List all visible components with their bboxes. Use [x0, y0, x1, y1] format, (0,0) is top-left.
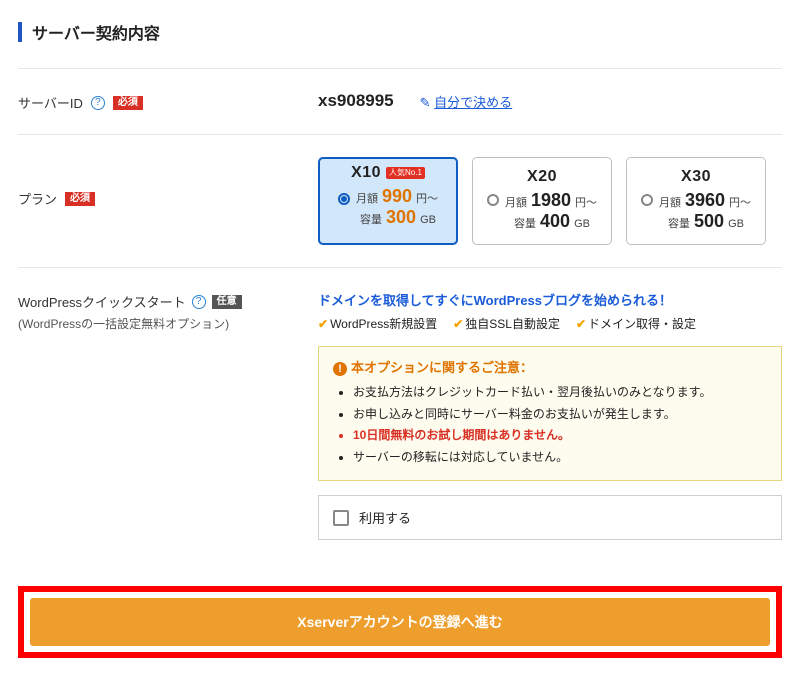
- plan-name: X20: [527, 168, 557, 186]
- plan-name: X10: [351, 164, 381, 182]
- plan-monthly-line: 月額 3960 円～: [635, 190, 757, 211]
- cap-suffix: GB: [728, 218, 744, 230]
- plan-capacity-line: 容量 400 GB: [481, 211, 603, 232]
- help-icon[interactable]: ?: [192, 295, 206, 309]
- check-item: ✔独自SSL自動設定: [453, 315, 560, 332]
- plan-name-line: X30: [635, 168, 757, 186]
- cap-label: 容量: [668, 215, 690, 231]
- cap-label: 容量: [514, 215, 536, 231]
- plan-capacity-line: 容量 500 GB: [635, 211, 757, 232]
- decide-self-link[interactable]: ✎ 自分で決める: [420, 92, 513, 111]
- cap-suffix: GB: [574, 218, 590, 230]
- plan-content: X10 人気No.1 月額 990 円～ 容量 300 GB: [318, 157, 782, 245]
- popular-badge: 人気No.1: [386, 167, 425, 179]
- required-badge: 必須: [65, 192, 95, 206]
- decide-self-link-text: 自分で決める: [434, 95, 512, 110]
- plan-monthly-line: 月額 1980 円～: [481, 190, 603, 211]
- section-title-text: サーバー契約内容: [32, 20, 160, 44]
- check-icon: ✔: [453, 317, 463, 331]
- pencil-icon: ✎: [420, 95, 431, 110]
- cap-label: 容量: [360, 211, 382, 227]
- radio-icon: [338, 193, 350, 205]
- radio-icon: [641, 194, 653, 206]
- check-text: WordPress新規設置: [330, 317, 437, 331]
- section-title: サーバー契約内容: [18, 20, 782, 44]
- optional-badge: 任意: [212, 295, 242, 309]
- plan-name: X30: [681, 168, 711, 186]
- plan-option-x20[interactable]: X20 月額 1980 円～ 容量 400 GB: [472, 157, 612, 245]
- monthly-value: 3960: [685, 190, 725, 211]
- note-item: お支払方法はクレジットカード払い・翌月後払いのみとなります。: [353, 382, 767, 404]
- check-icon: ✔: [576, 317, 586, 331]
- cap-suffix: GB: [420, 214, 436, 226]
- note-title: ! 本オプションに関するご注意：: [333, 357, 767, 376]
- required-badge: 必須: [113, 96, 143, 110]
- monthly-value: 990: [382, 186, 412, 207]
- note-box: ! 本オプションに関するご注意： お支払方法はクレジットカード払い・翌月後払いのみ…: [318, 346, 782, 481]
- proceed-button[interactable]: Xserverアカウントの登録へ進む: [30, 598, 770, 646]
- monthly-suffix: 円～: [575, 194, 597, 210]
- cap-value: 500: [694, 211, 724, 232]
- check-text: ドメイン取得・設定: [588, 317, 696, 331]
- note-item-warning: 10日間無料のお試し期間はありません。: [353, 425, 767, 447]
- plan-monthly-line: 月額 990 円～: [324, 186, 452, 207]
- row-server-id: サーバーID ? 必須 xs908995 ✎ 自分で決める: [18, 68, 782, 134]
- checkbox-icon[interactable]: [333, 510, 349, 526]
- monthly-value: 1980: [531, 190, 571, 211]
- radio-icon: [487, 194, 499, 206]
- monthly-suffix: 円～: [729, 194, 751, 210]
- use-label: 利用する: [359, 508, 411, 527]
- check-text: 独自SSL自動設定: [465, 317, 560, 331]
- plan-label: プラン: [18, 189, 57, 208]
- plan-option-x10[interactable]: X10 人気No.1 月額 990 円～ 容量 300 GB: [318, 157, 458, 245]
- server-id-label: サーバーID: [18, 93, 83, 112]
- plan-capacity-line: 容量 300 GB: [324, 207, 452, 228]
- info-icon: !: [333, 362, 347, 376]
- plan-option-x30[interactable]: X30 月額 3960 円～ 容量 500 GB: [626, 157, 766, 245]
- row-plan: プラン 必須 X10 人気No.1 月額 990 円～ 容量 300: [18, 134, 782, 267]
- note-list: お支払方法はクレジットカード払い・翌月後払いのみとなります。 お申し込みと同時に…: [333, 382, 767, 468]
- server-id-content: xs908995 ✎ 自分で決める: [318, 91, 782, 111]
- server-id-value: xs908995: [318, 91, 394, 111]
- quickstart-label-group: WordPressクイックスタート ? 任意 (WordPressの一括設定無料…: [18, 290, 318, 332]
- monthly-label: 月額: [505, 194, 527, 210]
- server-id-label-group: サーバーID ? 必須: [18, 91, 318, 112]
- check-icon: ✔: [318, 317, 328, 331]
- help-icon[interactable]: ?: [91, 96, 105, 110]
- note-title-text: 本オプションに関するご注意：: [351, 360, 533, 375]
- plan-name-line: X10 人気No.1: [324, 164, 452, 182]
- monthly-suffix: 円～: [416, 190, 438, 206]
- monthly-label: 月額: [356, 190, 378, 206]
- quickstart-headline: ドメインを取得してすぐにWordPressブログを始められる！: [318, 290, 782, 309]
- quickstart-checks: ✔WordPress新規設置 ✔独自SSL自動設定 ✔ドメイン取得・設定: [318, 315, 782, 332]
- quickstart-use-box[interactable]: 利用する: [318, 495, 782, 540]
- title-bar-icon: [18, 22, 22, 42]
- check-item: ✔WordPress新規設置: [318, 315, 437, 332]
- cta-highlight: Xserverアカウントの登録へ進む: [18, 586, 782, 658]
- cap-value: 300: [386, 207, 416, 228]
- plan-name-line: X20: [481, 168, 603, 186]
- monthly-label: 月額: [659, 194, 681, 210]
- plan-label-group: プラン 必須: [18, 157, 318, 208]
- plan-options: X10 人気No.1 月額 990 円～ 容量 300 GB: [318, 157, 782, 245]
- note-item: サーバーの移転には対応していません。: [353, 447, 767, 469]
- note-item: お申し込みと同時にサーバー料金のお支払いが発生します。: [353, 404, 767, 426]
- check-item: ✔ドメイン取得・設定: [576, 315, 696, 332]
- quickstart-label: WordPressクイックスタート: [18, 292, 186, 311]
- row-quickstart: WordPressクイックスタート ? 任意 (WordPressの一括設定無料…: [18, 267, 782, 562]
- quickstart-sublabel: (WordPressの一括設定無料オプション): [18, 315, 229, 332]
- cap-value: 400: [540, 211, 570, 232]
- quickstart-content: ドメインを取得してすぐにWordPressブログを始められる！ ✔WordPre…: [318, 290, 782, 540]
